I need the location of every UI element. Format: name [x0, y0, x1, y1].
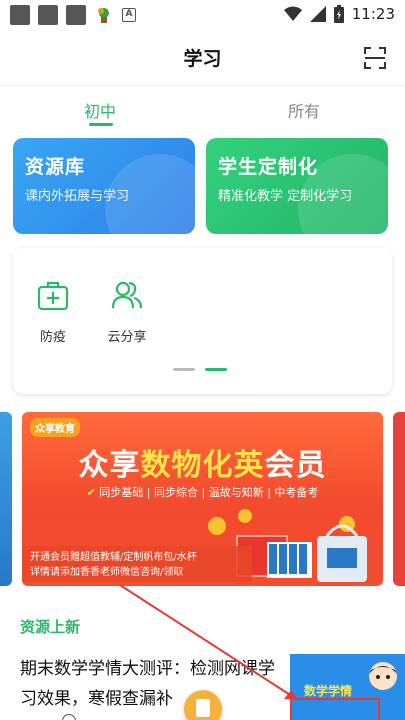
- tab-active-indicator: [89, 123, 113, 126]
- grade-tabs: 初中 所有: [0, 92, 405, 128]
- carousel-indicator: [173, 368, 227, 371]
- promo-banner[interactable]: 众享教育 众享数物化英会员 ✔ 同步基础 | 同步综合 | 温故与知新 | 中考…: [22, 412, 383, 586]
- notification-icon: [10, 5, 30, 25]
- banner-headline-highlight: 数物化英: [140, 448, 265, 483]
- tool-epidemic-prevention[interactable]: 防疫: [23, 278, 83, 345]
- banner-next-peek: [393, 412, 405, 586]
- medical-kit-icon: [37, 281, 69, 311]
- banner-headline-part: 众享: [78, 448, 141, 483]
- resource-library-card[interactable]: 资源库 课内外拓展与学习: [13, 138, 195, 234]
- floating-action-button[interactable]: [184, 690, 222, 720]
- banner-tags: ✔ 同步基础 | 同步综合 | 温故与知新 | 中考备考: [22, 484, 383, 500]
- notification-icon: [66, 5, 86, 25]
- banner-headline-part: 会员: [264, 448, 327, 483]
- tool-cloud-share[interactable]: 云分享: [97, 278, 157, 345]
- thumbnail-text: 数学学情: [304, 684, 353, 698]
- nav-home-icon[interactable]: [62, 714, 76, 720]
- article-title[interactable]: 期末数学学情大测评：检测网课学习效果，寒假查漏补: [20, 654, 282, 714]
- page-title: 学习: [183, 48, 222, 70]
- tab-junior[interactable]: 初中: [84, 98, 116, 122]
- banner-desc-line: 开通会员赠超值教辅/定制帆布包/水杯: [30, 552, 197, 563]
- banner-headline: 众享数物化英会员: [22, 440, 383, 484]
- highlight-annotation-box: [290, 698, 380, 720]
- title-bar: 学习: [0, 30, 405, 86]
- notification-icon: [38, 5, 58, 25]
- scan-icon[interactable]: [363, 46, 387, 70]
- signal-icon: [309, 6, 326, 22]
- section-title-new-resources: 资源上新: [20, 618, 81, 636]
- battery-icon: [333, 5, 344, 23]
- student-custom-card[interactable]: 学生定制化 精准化教学 定制化学习: [206, 138, 388, 234]
- banner-description: 开通会员赠超值教辅/定制帆布包/水杯 详情请添加香香老师微信咨询/领取: [30, 550, 197, 580]
- plant-icon: [98, 8, 109, 23]
- banner-logo: 众享教育: [30, 418, 80, 437]
- cartoon-character-icon: [369, 662, 397, 690]
- tools-panel: 防疫 云分享: [13, 248, 392, 394]
- tab-all[interactable]: 所有: [288, 98, 320, 122]
- notification-letter-icon: A: [122, 8, 136, 22]
- check-icon: ✔: [86, 486, 100, 499]
- status-time: 11:23: [351, 5, 395, 23]
- promo-banner-carousel[interactable]: 众享教育 众享数物化英会员 ✔ 同步基础 | 同步综合 | 温故与知新 | 中考…: [0, 410, 405, 588]
- status-bar: A 11:23: [0, 0, 405, 30]
- banner-tags-text: 同步基础 | 同步综合 | 温故与知新 | 中考备考: [99, 486, 319, 499]
- carousel-dot-active: [205, 368, 227, 371]
- wifi-icon: [283, 6, 302, 21]
- document-icon: [196, 699, 210, 717]
- card-subtitle: 精准化教学 定制化学习: [218, 189, 353, 204]
- tool-label: 云分享: [107, 330, 147, 345]
- banner-desc-line: 详情请添加香香老师微信咨询/领取: [30, 567, 184, 578]
- card-subtitle: 课内外拓展与学习: [25, 189, 130, 204]
- carousel-dot: [173, 368, 195, 371]
- banner-prev-peek: [0, 412, 12, 586]
- tool-label: 防疫: [39, 330, 66, 345]
- people-icon: [111, 281, 143, 309]
